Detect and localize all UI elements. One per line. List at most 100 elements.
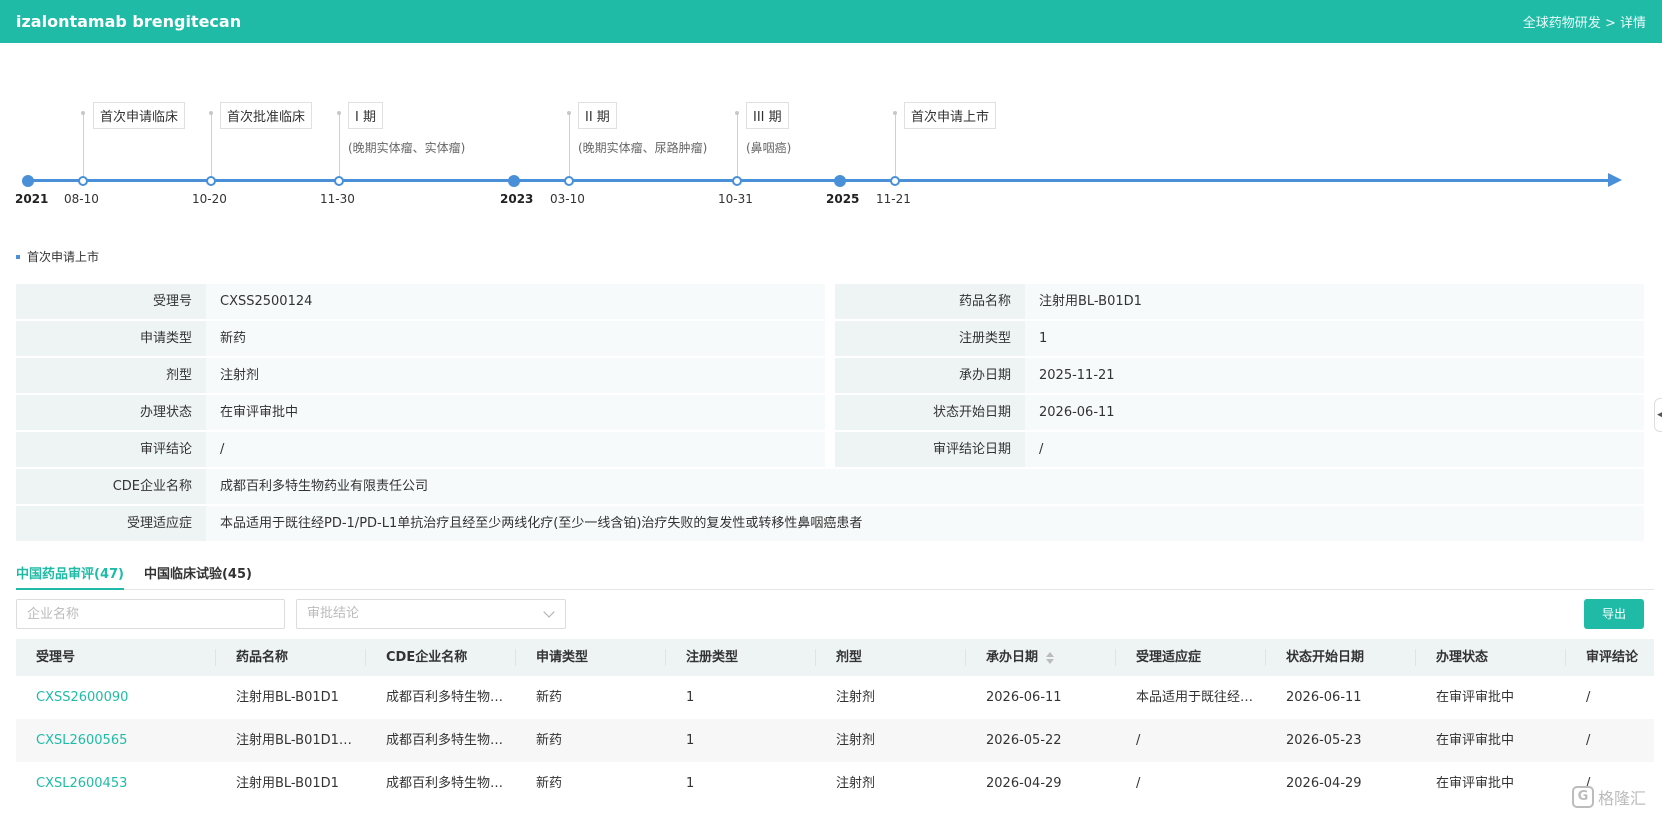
info-value-reg-type: 1 [1025, 321, 1644, 356]
column-header[interactable]: 药品名称 [216, 639, 366, 676]
info-row: CDE企业名称 成都百利多特生物药业有限责任公司 [16, 469, 1644, 504]
timeline-event-date: 10-31 [718, 192, 753, 206]
info-value-accept-no: CXSS2500124 [206, 284, 825, 319]
timeline-event-label[interactable]: 首次批准临床 [220, 102, 313, 129]
table-cell: 成都百利多特生物… [386, 776, 504, 791]
column-header-label: 承办日期 [986, 650, 1039, 665]
timeline-event-label[interactable]: I 期 [348, 102, 383, 129]
column-header[interactable]: CDE企业名称 [366, 639, 516, 676]
table-cell: 2026-05-23 [1286, 733, 1362, 748]
info-value-company: 成都百利多特生物药业有限责任公司 [206, 469, 1644, 504]
info-label: 药品名称 [835, 284, 1025, 319]
timeline-event-dot[interactable] [78, 176, 88, 186]
timeline-event-indication: (晚期实体瘤、尿路肿瘤) [578, 141, 708, 155]
info-label: 状态开始日期 [835, 395, 1025, 430]
accept-no-link[interactable]: CXSL2600453 [16, 762, 216, 805]
timeline-stem-cap [337, 111, 341, 115]
conclusion-select[interactable]: 审批结论 [296, 599, 566, 629]
table-cell: 新药 [536, 690, 563, 705]
column-header[interactable]: 审评结论 [1566, 639, 1654, 676]
info-label: 审评结论日期 [835, 432, 1025, 467]
column-header[interactable]: 剂型 [816, 639, 966, 676]
column-header[interactable]: 办理状态 [1416, 639, 1566, 676]
timeline-event-dot[interactable] [890, 176, 900, 186]
info-value-form: 注射剂 [206, 358, 825, 393]
column-header[interactable]: 申请类型 [516, 639, 666, 676]
timeline-event-indication: (晚期实体瘤、实体瘤) [348, 141, 466, 155]
tab-china-drug-review[interactable]: 中国药品审评(47) [16, 560, 124, 590]
timeline-year: 2023 [500, 192, 534, 206]
timeline-stem [339, 113, 340, 176]
company-search-input[interactable] [16, 599, 285, 629]
page-title: izalontamab brengitecan [16, 12, 242, 31]
info-row: 受理号 CXSS2500124 药品名称 注射用BL-B01D1 [16, 284, 1644, 319]
timeline-event-dot[interactable] [564, 176, 574, 186]
timeline-event-label[interactable]: III 期 [746, 102, 789, 129]
info-label: 审评结论 [16, 432, 206, 467]
accept-no-link[interactable]: CXSL2600565 [16, 719, 216, 762]
breadcrumb: 全球药物研发 > 详情 [1523, 12, 1646, 31]
table-row[interactable]: CXSL2600565 注射用BL-B01D1… 成都百利多特生物… 新药 1 … [16, 719, 1654, 762]
table-cell: 在审评审批中 [1436, 690, 1515, 705]
column-header-sortable[interactable]: 承办日期 [966, 639, 1116, 676]
info-cell: 受理适应症 本品适用于既往经PD-1/PD-L1单抗治疗且经至少两线化疗(至少一… [16, 506, 1644, 541]
accept-no-link[interactable]: CXSS2600090 [16, 676, 216, 719]
column-header[interactable]: 注册类型 [666, 639, 816, 676]
table-cell: 1 [686, 776, 695, 791]
info-cell: CDE企业名称 成都百利多特生物药业有限责任公司 [16, 469, 1644, 504]
table-cell: 2026-04-29 [986, 776, 1062, 791]
table-cell: / [1136, 733, 1141, 748]
table-cell: / [1136, 776, 1141, 791]
section-title: 首次申请上市 [16, 248, 99, 265]
timeline-stem [83, 113, 84, 176]
info-row: 审评结论 / 审评结论日期 / [16, 432, 1644, 467]
info-label: 办理状态 [16, 395, 206, 430]
table-cell: 注射用BL-B01D1 [236, 776, 339, 791]
table-row[interactable]: CXSS2600090 注射用BL-B01D1 成都百利多特生物… 新药 1 注… [16, 676, 1654, 719]
timeline-event-label[interactable]: 首次申请临床 [93, 102, 186, 129]
sort-icon[interactable] [1046, 651, 1055, 664]
side-panel-toggle[interactable]: ◀ [1654, 398, 1662, 432]
info-row: 申请类型 新药 注册类型 1 [16, 321, 1644, 356]
timeline-event-date: 08-10 [64, 192, 99, 206]
info-cell: 申请类型 新药 [16, 321, 825, 356]
tab-china-clinical-trials[interactable]: 中国临床试验(45) [144, 560, 252, 590]
table-cell: 新药 [536, 733, 563, 748]
info-label: 受理适应症 [16, 506, 206, 541]
table-row[interactable]: CXSL2600453 注射用BL-B01D1 成都百利多特生物… 新药 1 注… [16, 762, 1654, 805]
table-cell: 注射用BL-B01D1… [236, 733, 352, 748]
timeline-event-dot[interactable] [334, 176, 344, 186]
column-header[interactable]: 状态开始日期 [1266, 639, 1416, 676]
table-cell: 注射剂 [836, 733, 876, 748]
breadcrumb-parent-link[interactable]: 全球药物研发 [1523, 16, 1601, 31]
column-header[interactable]: 受理号 [16, 639, 216, 676]
timeline-year-dot [22, 175, 34, 187]
table-cell: 本品适用于既往经… [1136, 690, 1254, 705]
chevron-left-icon: ◀ [1657, 410, 1662, 420]
table-cell: 成都百利多特生物… [386, 690, 504, 705]
timeline-stem-cap [81, 111, 85, 115]
timeline-stem-cap [209, 111, 213, 115]
timeline-axis [28, 179, 1608, 182]
info-label: 受理号 [16, 284, 206, 319]
timeline-event-dot[interactable] [206, 176, 216, 186]
export-button[interactable]: 导出 [1584, 599, 1644, 629]
column-header[interactable]: 受理适应症 [1116, 639, 1266, 676]
timeline-year-dot [834, 175, 846, 187]
info-cell: 注册类型 1 [835, 321, 1644, 356]
watermark-text: 格隆汇 [1598, 789, 1647, 808]
info-row: 剂型 注射剂 承办日期 2025-11-21 [16, 358, 1644, 393]
timeline-event-label[interactable]: II 期 [578, 102, 617, 129]
info-label: 申请类型 [16, 321, 206, 356]
bullet-icon [16, 254, 20, 259]
table-cell: 2026-05-22 [986, 733, 1062, 748]
info-value-indication: 本品适用于既往经PD-1/PD-L1单抗治疗且经至少两线化疗(至少一线含铂)治疗… [206, 506, 1644, 541]
timeline-event-label[interactable]: 首次申请上市 [904, 102, 997, 129]
timeline-stem [211, 113, 212, 176]
table-cell: 1 [686, 690, 695, 705]
table-cell: 注射用BL-B01D1 [236, 690, 339, 705]
info-cell: 剂型 注射剂 [16, 358, 825, 393]
timeline-event-dot[interactable] [732, 176, 742, 186]
section-title-text: 首次申请上市 [27, 250, 100, 264]
info-label: 承办日期 [835, 358, 1025, 393]
